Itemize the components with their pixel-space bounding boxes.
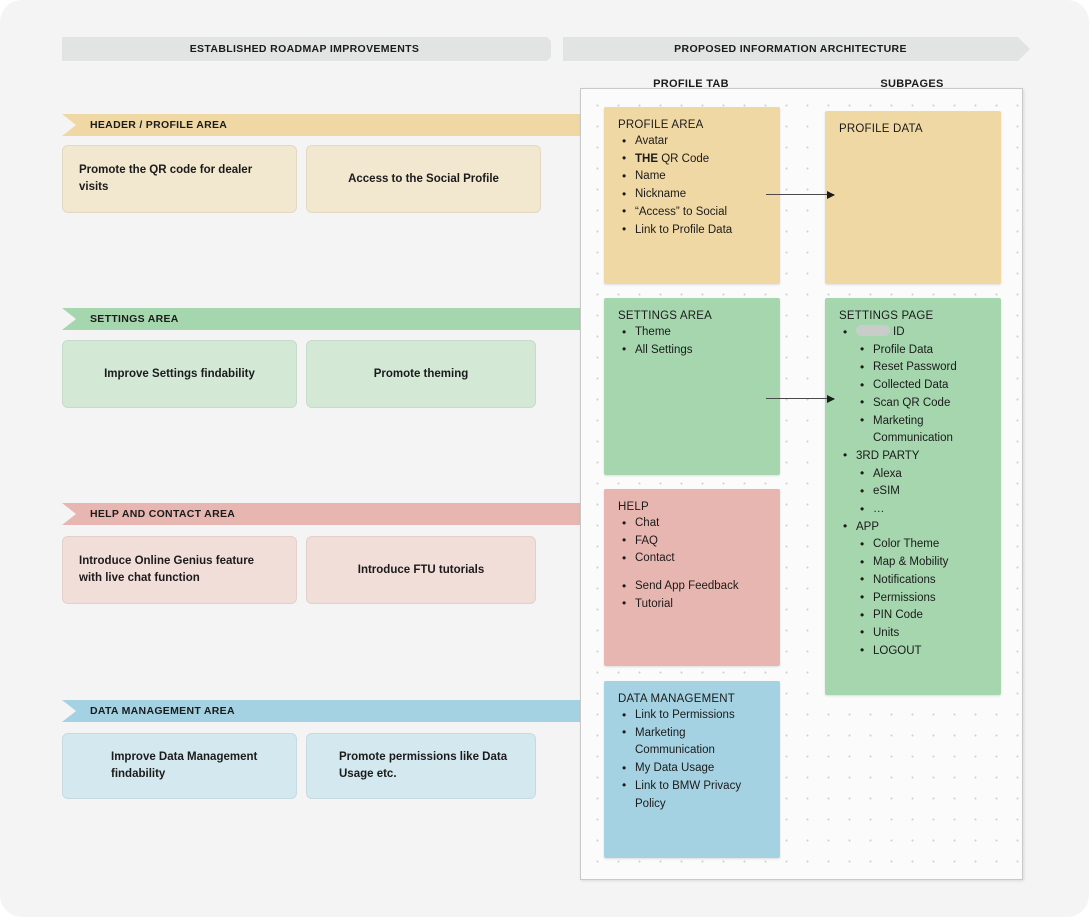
section-strip-label: HELP AND CONTACT AREA: [90, 508, 236, 520]
idea-card-label: Improve Data Management findability: [111, 751, 258, 780]
ia-box-list: ID Profile Data Reset Password Collected…: [839, 324, 987, 660]
section-strip-header-profile-area: HEADER / PROFILE AREA: [62, 114, 594, 136]
list-item: My Data Usage: [618, 760, 766, 778]
ia-box-list: Avatar THE QR Code Name Nickname “Access…: [618, 133, 766, 239]
idea-card[interactable]: Promote permissions like Data Usage etc.: [306, 733, 536, 799]
list-item: eSIM: [839, 483, 987, 501]
list-item: Link to Permissions: [618, 707, 766, 725]
list-item: …: [839, 501, 987, 519]
connector-arrow-settings: [766, 394, 835, 403]
list-item: All Settings: [618, 341, 766, 360]
banner-proposed-architecture: PROPOSED INFORMATION ARCHITECTURE: [551, 37, 1030, 61]
list-item: 3RD PARTY: [839, 447, 987, 466]
ia-box-list: Theme All Settings: [618, 324, 766, 359]
ia-box-settings-page[interactable]: SETTINGS PAGE ID Profile Data Reset Pass…: [825, 298, 1001, 695]
list-item: Name: [618, 168, 766, 186]
list-item: Units: [839, 624, 987, 643]
diagram-page: ESTABLISHED ROADMAP IMPROVEMENTS PROPOSE…: [0, 0, 1089, 917]
list-item: Alexa: [839, 465, 987, 484]
list-item: Chat: [618, 515, 766, 533]
connector-arrow-profile: [766, 190, 835, 199]
idea-card[interactable]: Promote the QR code for dealer visits: [62, 145, 297, 213]
ia-box-profile-area[interactable]: PROFILE AREA Avatar THE QR Code Name Nic…: [604, 107, 780, 284]
list-item: Theme: [618, 324, 766, 342]
list-item: Permissions: [839, 589, 987, 608]
list-item: Color Theme: [839, 536, 987, 554]
idea-card[interactable]: Introduce Online Genius feature with liv…: [62, 536, 297, 604]
idea-card[interactable]: Access to the Social Profile: [306, 145, 541, 213]
list-item: Avatar: [618, 133, 766, 151]
ia-box-help[interactable]: HELP Chat FAQ Contact Send App Feedback …: [604, 489, 780, 666]
idea-card[interactable]: Promote theming: [306, 340, 536, 408]
section-strip-help-and-contact-area: HELP AND CONTACT AREA: [62, 503, 594, 525]
ia-box-title: SETTINGS AREA: [618, 310, 712, 322]
idea-card[interactable]: Introduce FTU tutorials: [306, 536, 536, 604]
ia-box-title: DATA MANAGEMENT: [618, 693, 735, 705]
list-item: Link to Profile Data: [618, 221, 766, 240]
idea-card[interactable]: Improve Settings findability: [62, 340, 297, 408]
idea-card-label: Introduce Online Genius feature with liv…: [79, 555, 255, 584]
list-item: Contact: [618, 550, 766, 568]
idea-card-label: Promote permissions like Data Usage etc.: [339, 751, 508, 780]
list-item: APP: [839, 518, 987, 537]
ia-box-title: SETTINGS PAGE: [839, 310, 934, 322]
list-item: THE QR Code: [618, 150, 766, 169]
ia-box-title: PROFILE AREA: [618, 119, 704, 131]
section-strip-label: DATA MANAGEMENT AREA: [90, 705, 235, 717]
banner-right-label: PROPOSED INFORMATION ARCHITECTURE: [674, 43, 907, 55]
section-strip-label: HEADER / PROFILE AREA: [90, 119, 228, 131]
ia-box-list: Link to Permissions Marketing Communicat…: [618, 707, 766, 813]
redacted-id-block: [856, 325, 890, 336]
list-item: FAQ: [618, 532, 766, 551]
list-item: Reset Password: [839, 359, 987, 377]
list-item: Collected Data: [839, 377, 987, 395]
idea-card-label: Improve Settings findability: [104, 367, 255, 380]
list-item: “Access” to Social: [618, 203, 766, 222]
ia-box-profile-data[interactable]: PROFILE DATA: [825, 111, 1001, 284]
section-strip-label: SETTINGS AREA: [90, 313, 179, 325]
banner-established-roadmap: ESTABLISHED ROADMAP IMPROVEMENTS: [50, 37, 559, 61]
list-item: Nickname: [618, 186, 766, 204]
idea-card[interactable]: Improve Data Management findability: [62, 733, 297, 799]
list-item: Map & Mobility: [839, 554, 987, 572]
list-item-account-id: ID: [839, 324, 987, 342]
id-label: ID: [893, 326, 905, 338]
list-item: Scan QR Code: [839, 394, 987, 413]
ia-box-title: HELP: [618, 501, 649, 513]
list-spacer: [618, 568, 766, 578]
section-strip-data-management-area: DATA MANAGEMENT AREA: [62, 700, 594, 722]
ia-box-title: PROFILE DATA: [839, 123, 923, 135]
list-item: PIN Code: [839, 607, 987, 625]
idea-card-label: Access to the Social Profile: [348, 172, 499, 185]
idea-card-label: Promote theming: [373, 367, 469, 380]
section-strip-settings-area: SETTINGS AREA: [62, 308, 594, 330]
ia-box-data-management[interactable]: DATA MANAGEMENT Link to Permissions Mark…: [604, 681, 780, 858]
idea-card-label: Introduce FTU tutorials: [357, 563, 485, 576]
ia-box-list: Chat FAQ Contact Send App Feedback Tutor…: [618, 515, 766, 614]
list-item: Marketing Communication: [618, 724, 766, 760]
list-item: Send App Feedback: [618, 578, 766, 596]
list-item: Notifications: [839, 571, 987, 590]
information-architecture-canvas: PROFILE AREA Avatar THE QR Code Name Nic…: [580, 88, 1023, 880]
list-item: Tutorial: [618, 595, 766, 614]
list-item: Marketing Communication: [839, 412, 987, 448]
list-item: Profile Data: [839, 341, 987, 360]
idea-card-label: Promote the QR code for dealer visits: [79, 164, 253, 193]
ia-box-settings-area[interactable]: SETTINGS AREA Theme All Settings: [604, 298, 780, 475]
list-item: Link to BMW Privacy Policy: [618, 777, 766, 813]
banner-left-label: ESTABLISHED ROADMAP IMPROVEMENTS: [189, 43, 420, 55]
list-item: LOGOUT: [839, 642, 987, 661]
